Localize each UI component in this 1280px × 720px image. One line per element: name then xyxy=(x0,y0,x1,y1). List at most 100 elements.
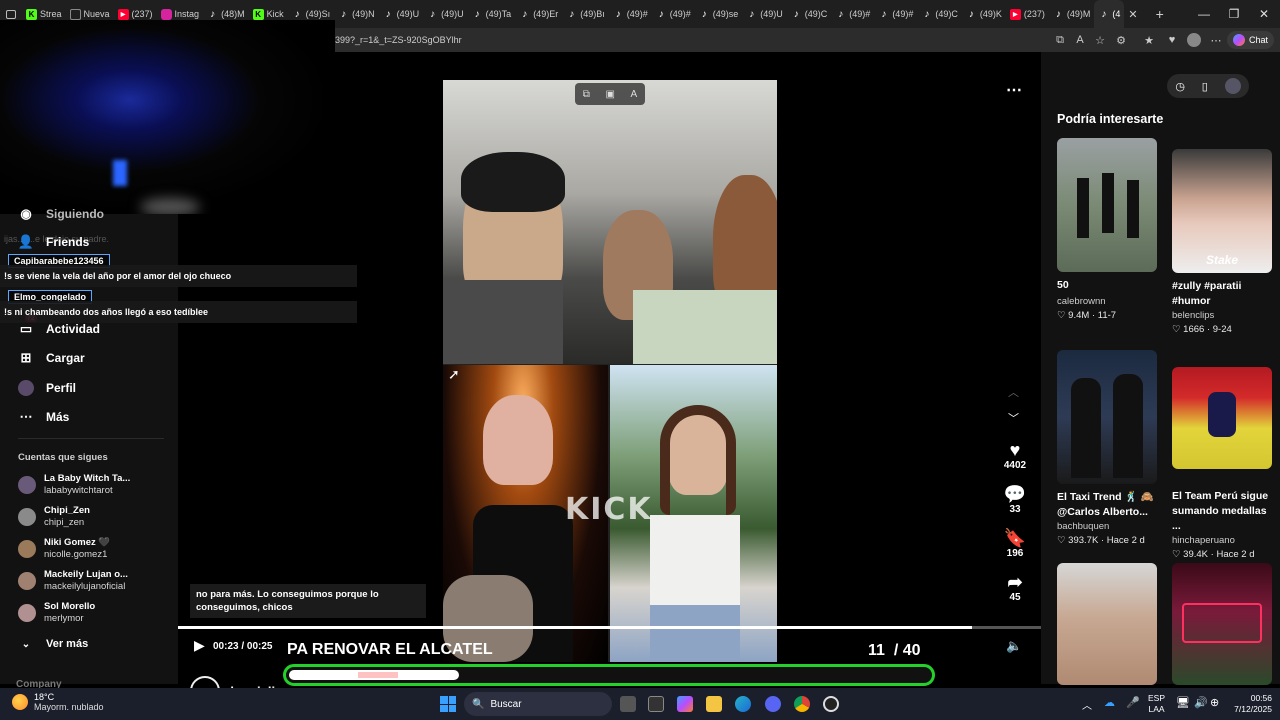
close-window-icon[interactable]: ✕ xyxy=(1248,0,1280,28)
play-icon[interactable]: ▶ xyxy=(194,637,205,654)
sidebar-item-following[interactable]: ◉ Siguiendo xyxy=(18,206,104,222)
browser-tab[interactable]: ♪ (49)C xyxy=(787,0,832,28)
settings-more-icon[interactable]: ⋯ xyxy=(1208,32,1224,48)
rec-card-3[interactable]: El Taxi Trend 🕺 🙈 @Carlos Alberto... bac… xyxy=(1057,350,1167,548)
browser-tab[interactable]: ♪ (49)K xyxy=(962,0,1006,28)
device-icon[interactable]: ▯ xyxy=(1202,80,1208,93)
pip-icon[interactable]: ⧉ xyxy=(583,89,590,100)
browser-tab[interactable]: ♪ (49)# xyxy=(609,0,652,28)
browser-tab[interactable]: ♪ (49)Bı xyxy=(562,0,609,28)
sidebar-item-upload[interactable]: ⊞ Cargar xyxy=(18,350,85,366)
discord-icon[interactable] xyxy=(765,696,781,712)
followed-account[interactable]: Mackeily Lujan o... mackeilylujanoficial xyxy=(18,569,128,593)
rec-card-6[interactable] xyxy=(1172,563,1272,685)
followed-account[interactable]: Sol Morello merlymor xyxy=(18,601,95,625)
maximize-icon[interactable]: ❐ xyxy=(1218,0,1250,28)
tab-label: (49)# xyxy=(669,9,691,19)
browser-tab[interactable]: ♪ (49)Er xyxy=(515,0,562,28)
chrome-icon[interactable] xyxy=(794,696,810,712)
clock[interactable]: 00:56 7/12/2025 xyxy=(1228,693,1272,715)
volume-icon[interactable]: 🔈 xyxy=(1006,638,1022,654)
rec-thumb xyxy=(1057,563,1157,685)
tab-label: (49)Sı xyxy=(305,9,331,19)
browser-tab[interactable]: ♪ (49)U xyxy=(742,0,787,28)
sidebar-item-friends[interactable]: 👤 Friends xyxy=(18,234,89,250)
tab-label: (49)U xyxy=(396,9,420,19)
minimize-icon[interactable]: — xyxy=(1188,0,1220,28)
browser-tab[interactable]: ♪ (49)M xyxy=(1049,0,1095,28)
taskbar-search[interactable]: 🔍 Buscar xyxy=(464,692,612,716)
tray-chevron-icon[interactable]: ︿ xyxy=(1082,697,1092,712)
favorites-icon[interactable]: ★ xyxy=(1141,32,1157,48)
next-video-button[interactable]: ﹀ xyxy=(1008,410,1019,426)
user-avatar[interactable] xyxy=(1224,78,1241,94)
tiktok-icon: ♪ xyxy=(793,8,799,20)
video-player[interactable] xyxy=(443,80,777,662)
visual-search-icon[interactable]: ▣ xyxy=(606,89,615,100)
rec-card-4[interactable]: El Team Perú sigue sumando medallas ... … xyxy=(1172,367,1278,562)
comment-button[interactable]: 💬 33 xyxy=(1000,484,1030,515)
task-view-icon[interactable] xyxy=(620,696,636,712)
chat-message: !s se viene la vela del año por el amor … xyxy=(0,265,357,287)
open-in-app-icon[interactable]: ⧉ xyxy=(1052,32,1068,48)
sidebar-item-activity[interactable]: ▭72Actividad xyxy=(18,315,100,337)
browser-tab[interactable]: ♪ (49)# xyxy=(652,0,695,28)
timer-icon[interactable]: ◷ xyxy=(1175,80,1185,93)
language-indicator[interactable]: ESP LAA xyxy=(1148,693,1165,715)
more-options-icon[interactable]: ⋯ xyxy=(1006,80,1022,100)
browser-tab[interactable]: ▶ (237) xyxy=(1006,0,1049,28)
browser-tab[interactable]: ♪ (49)Ta xyxy=(468,0,516,28)
previous-video-button[interactable]: ︿ xyxy=(1008,384,1019,400)
followed-account[interactable]: Chipi_Zen chipi_zen xyxy=(18,505,90,529)
browser-tab[interactable]: ♪ (49)# xyxy=(831,0,874,28)
mic-icon[interactable]: 🎤 xyxy=(1126,696,1140,709)
translate-icon[interactable]: A xyxy=(1072,32,1088,48)
rec-card-5[interactable] xyxy=(1057,563,1157,685)
browser-tab[interactable]: ♪ (4 xyxy=(1094,0,1125,28)
network-icon[interactable]: 🖥 xyxy=(1176,696,1190,709)
new-tab-button[interactable]: + xyxy=(1152,0,1168,28)
rec-card-1[interactable]: 50 calebrownn ♡ 9.4M · 11-7 xyxy=(1057,138,1157,323)
copilot-icon[interactable] xyxy=(677,696,693,712)
volume-tray-icon[interactable]: 🔊 xyxy=(1194,696,1208,709)
see-more-button[interactable]: ⌄ Ver más xyxy=(18,636,88,652)
tab-label: (49)C xyxy=(935,9,958,19)
obs-icon[interactable] xyxy=(823,696,839,712)
followed-account[interactable]: Niki Gomez 🖤 nicolle.gomez1 xyxy=(18,537,110,561)
translate-video-icon[interactable]: A xyxy=(631,89,638,100)
edge-icon[interactable] xyxy=(735,696,751,712)
browser-essentials-icon[interactable]: ♥ xyxy=(1164,32,1180,48)
rec-stats: ♡ 1666 · 9-24 xyxy=(1172,324,1232,335)
copilot-chat-button[interactable]: Chat xyxy=(1226,31,1274,49)
address-bar[interactable]: 399?_r=1&_t=ZS-920SgOBYlhr ⧉ A ☆ ⚙ ★ ♥ ⋯… xyxy=(335,28,1280,52)
tiktok-icon: ♪ xyxy=(1101,8,1107,20)
browser-tab[interactable]: ♪ (49)U xyxy=(423,0,468,28)
rec-card-2[interactable]: Stake #zully #paratii #humor belenclips … xyxy=(1172,149,1272,337)
browser-tab[interactable]: ♪ (49)C xyxy=(917,0,962,28)
save-button[interactable]: 🔖 196 xyxy=(1000,528,1030,559)
sidebar-item-profile[interactable]: Perfil xyxy=(18,380,76,396)
browser-tab[interactable]: ♪ (49)# xyxy=(874,0,917,28)
store-icon[interactable] xyxy=(648,696,664,712)
followed-account[interactable]: La Baby Witch Ta... lababywitchtarot xyxy=(18,473,130,497)
extensions-icon[interactable]: ⚙ xyxy=(1113,32,1129,48)
onedrive-icon[interactable]: ☁ xyxy=(1104,696,1115,709)
weather-widget[interactable]: 18°C Mayorm. nublado xyxy=(12,692,104,712)
file-explorer-icon[interactable] xyxy=(706,696,722,712)
browser-tab[interactable]: ♪ (49)se xyxy=(695,0,743,28)
upload-icon: ⊞ xyxy=(20,350,32,365)
profile-avatar-icon[interactable] xyxy=(1186,32,1202,48)
favorite-star-icon[interactable]: ☆ xyxy=(1092,32,1108,48)
browser-tab[interactable]: ♪ (49)U xyxy=(379,0,424,28)
like-button[interactable]: ♥ 4402 xyxy=(1000,440,1030,471)
share-button[interactable]: ➦ 45 xyxy=(1000,572,1030,603)
video-progress-bar[interactable] xyxy=(178,626,1041,629)
url-text[interactable]: 399?_r=1&_t=ZS-920SgOBYlhr xyxy=(335,35,462,45)
close-tab-icon[interactable]: ✕ xyxy=(1124,0,1141,28)
start-button[interactable] xyxy=(440,696,456,712)
chevron-down-icon: ⌄ xyxy=(21,638,31,650)
sidebar-item-more[interactable]: ⋯ Más xyxy=(18,409,70,425)
battery-icon[interactable]: ⊕ xyxy=(1210,696,1219,709)
tab-label: (49)# xyxy=(849,9,871,19)
browser-tab[interactable]: ♪ (49)N xyxy=(334,0,379,28)
